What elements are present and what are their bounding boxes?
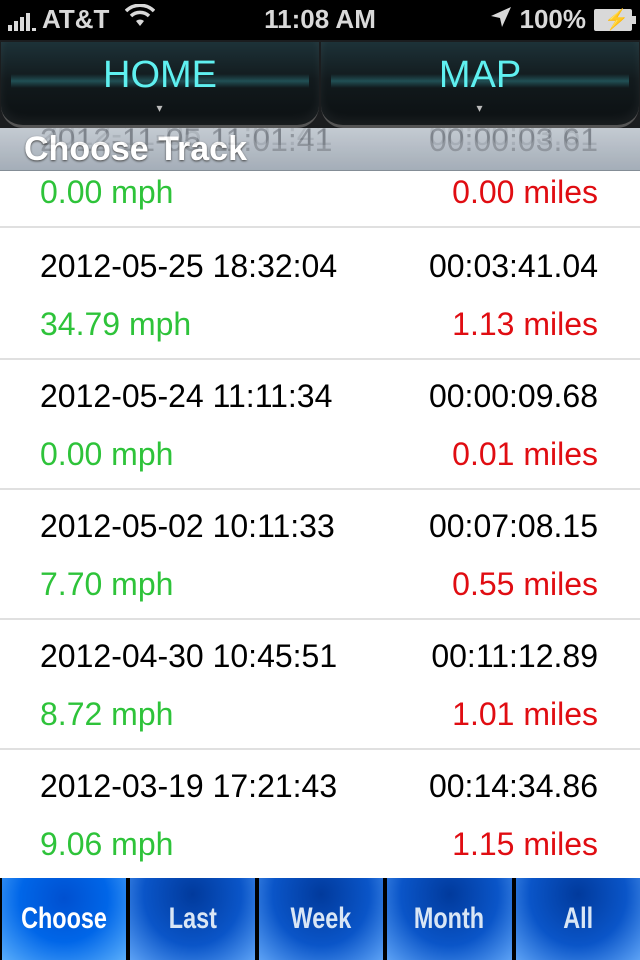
tab-choose[interactable]: Choose: [2, 878, 127, 960]
track-speed: 0.00 mph: [40, 174, 174, 210]
track-row[interactable]: 2012-03-19 17:21:43 00:14:34.86 9.06 mph…: [0, 748, 640, 878]
tab-label: Last: [168, 902, 217, 935]
track-distance: 1.01 miles: [452, 696, 598, 732]
track-distance: 0.55 miles: [452, 566, 598, 602]
track-speed: 8.72 mph: [40, 696, 174, 732]
track-date: 2012-04-30 10:45:51: [40, 638, 338, 674]
track-speed: 7.70 mph: [40, 566, 174, 602]
tab-week[interactable]: Week: [258, 878, 384, 960]
track-distance: 0.00 miles: [452, 174, 598, 210]
map-label: MAP: [438, 54, 522, 96]
battery-percent: 100%: [519, 4, 587, 34]
track-date: 2012-05-24 11:11:34: [40, 378, 333, 414]
track-row[interactable]: 2012-05-24 11:11:34 00:00:09.68 0.00 mph…: [0, 358, 640, 490]
tab-month[interactable]: Month: [387, 878, 512, 960]
track-speed: 0.00 mph: [40, 436, 174, 472]
track-date: 2012-05-02 10:11:33: [40, 508, 335, 544]
tab-bar: Choose Last Week Month All: [0, 878, 640, 960]
tab-label: Month: [414, 902, 485, 935]
track-row[interactable]: 2012-05-02 10:11:33 00:07:08.15 7.70 mph…: [0, 488, 640, 620]
top-nav: HOME ▾ MAP ▾: [0, 40, 640, 128]
location-arrow-icon: [490, 4, 512, 35]
home-button[interactable]: HOME ▾: [1, 42, 319, 128]
scrolled-row-duration: 00:00:03.61: [428, 122, 598, 158]
track-distance: 1.13 miles: [452, 306, 598, 342]
track-list[interactable]: 2012-11-05 11:01:41 00:00:03.61 0.00 mph…: [0, 128, 640, 878]
tab-label: Choose: [21, 902, 108, 935]
track-duration: 00:14:34.86: [428, 768, 598, 804]
track-distance: 1.15 miles: [452, 826, 598, 862]
track-duration: 00:00:09.68: [428, 378, 598, 414]
home-label: HOME: [103, 54, 217, 96]
track-duration: 00:03:41.04: [428, 248, 598, 284]
chevron-down-icon: ▾: [156, 101, 164, 115]
track-distance: 0.01 miles: [452, 436, 598, 472]
track-speed: 9.06 mph: [40, 826, 174, 862]
track-speed: 34.79 mph: [40, 306, 192, 342]
track-duration: 00:11:12.89: [431, 638, 598, 674]
status-bar: AT&T 11:08 AM 100% ⚡: [0, 0, 640, 40]
tab-label: All: [562, 902, 593, 935]
section-header: 2012-11-05 11:01:41 00:00:03.61 Choose T…: [0, 122, 640, 171]
section-title: Choose Track: [24, 130, 247, 168]
track-date: 2012-05-25 18:32:04: [40, 248, 338, 284]
tab-all[interactable]: All: [515, 878, 640, 960]
map-button[interactable]: MAP ▾: [321, 42, 639, 128]
chevron-down-icon: ▾: [476, 101, 484, 115]
track-date: 2012-03-19 17:21:43: [40, 768, 338, 804]
track-duration: 00:07:08.15: [428, 508, 598, 544]
tab-label: Week: [290, 902, 352, 935]
tab-last[interactable]: Last: [130, 878, 255, 960]
track-row[interactable]: 2012-04-30 10:45:51 00:11:12.89 8.72 mph…: [0, 618, 640, 750]
battery-charging-icon: ⚡: [594, 8, 636, 31]
track-row[interactable]: 2012-05-25 18:32:04 00:03:41.04 34.79 mp…: [0, 228, 640, 360]
